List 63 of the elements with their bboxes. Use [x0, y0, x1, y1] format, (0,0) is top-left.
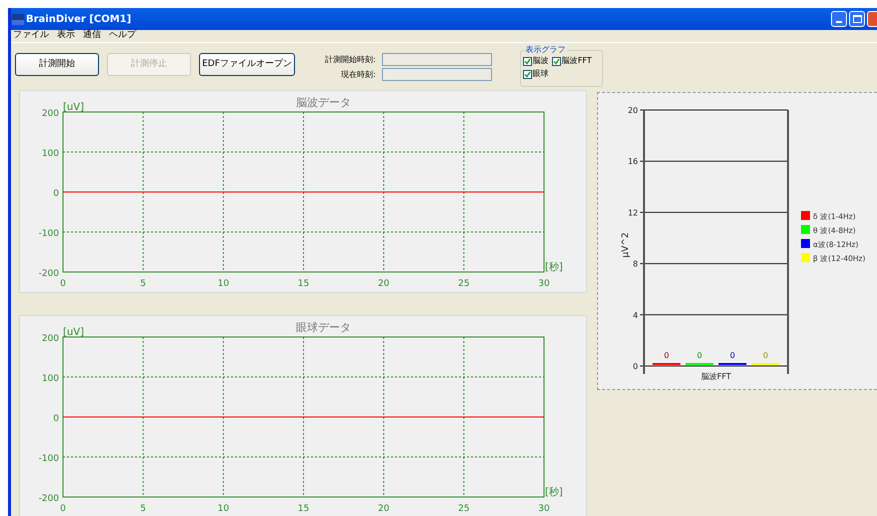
tick-label: 20	[628, 106, 638, 115]
tick-label: 0	[53, 414, 59, 424]
axis-unit: [秒]	[545, 262, 563, 273]
field-label: 計測開始時刻:	[325, 54, 376, 66]
menu-item[interactable]: ヘルプ	[109, 29, 136, 43]
tick-label: 30	[538, 279, 550, 289]
checkbox[interactable]	[522, 70, 532, 78]
tick-label: 100	[42, 374, 59, 384]
tick-label: 5	[140, 279, 146, 289]
tick-label: -100	[38, 454, 59, 464]
tick-label: 4	[632, 310, 638, 320]
tick-label: 0	[60, 279, 66, 289]
tick-label: 15	[298, 504, 310, 514]
tick-label: 5	[140, 504, 146, 514]
value-reading: 0	[664, 351, 670, 360]
value-reading: 0	[762, 351, 768, 360]
app-icon	[12, 14, 24, 24]
axis-unit: [uV]	[63, 327, 84, 338]
checkbox-label: 脳波FFT	[562, 55, 592, 67]
tick-label: 0	[60, 504, 66, 514]
axis-unit: [秒]	[545, 487, 563, 498]
group-title: 表示グラフ	[524, 44, 567, 56]
window-title: BrainDiver [COM1]	[26, 12, 132, 26]
tick-label: -200	[38, 494, 59, 504]
tick-label: 200	[42, 109, 59, 119]
axis-title: μV^2	[621, 232, 631, 258]
tick-label: 8	[632, 260, 638, 269]
tick-label: 0	[632, 362, 638, 371]
tick-label: 25	[458, 279, 470, 289]
toolbar-button[interactable]: EDFファイルオープン	[199, 53, 295, 76]
checkbox-label: 脳波	[532, 55, 549, 67]
checkbox-label: 眼球	[532, 68, 549, 80]
menu-item[interactable]: 表示	[57, 29, 75, 43]
menu-item[interactable]: 通信	[83, 29, 101, 43]
tick-label: 0	[53, 189, 59, 199]
tick-label: 12	[628, 208, 638, 218]
tick-label: 16	[628, 157, 638, 166]
category-label: 脳波FFT	[701, 372, 731, 381]
toolbar-button[interactable]: 計測開始	[15, 53, 99, 76]
value-reading: 0	[730, 351, 736, 360]
tick-label: 10	[218, 504, 230, 514]
maximize-button[interactable]	[849, 11, 865, 27]
tick-label: 200	[42, 334, 59, 344]
tick-label: 30	[538, 504, 550, 514]
time-field[interactable]	[382, 53, 492, 66]
field-label: 現在時刻:	[341, 68, 376, 80]
time-field[interactable]	[382, 68, 492, 81]
value-reading: 0	[696, 351, 702, 360]
tick-label: 25	[458, 504, 470, 514]
checkbox[interactable]	[552, 56, 561, 66]
axis-unit: [uV]	[63, 102, 84, 113]
minimize-button[interactable]	[831, 11, 847, 27]
tick-label: 20	[378, 279, 390, 289]
tick-label: 20	[378, 504, 390, 514]
tick-label: -100	[38, 229, 59, 239]
tick-label: 10	[218, 279, 230, 289]
menu-item[interactable]: ファイル	[13, 29, 49, 43]
tick-label: -200	[38, 269, 59, 279]
tick-label: 15	[298, 279, 310, 289]
checkbox[interactable]	[522, 56, 532, 66]
tick-label: 100	[42, 149, 59, 159]
chart-title: 脳波データ	[296, 96, 351, 109]
chart-title: 眼球データ	[296, 321, 351, 334]
